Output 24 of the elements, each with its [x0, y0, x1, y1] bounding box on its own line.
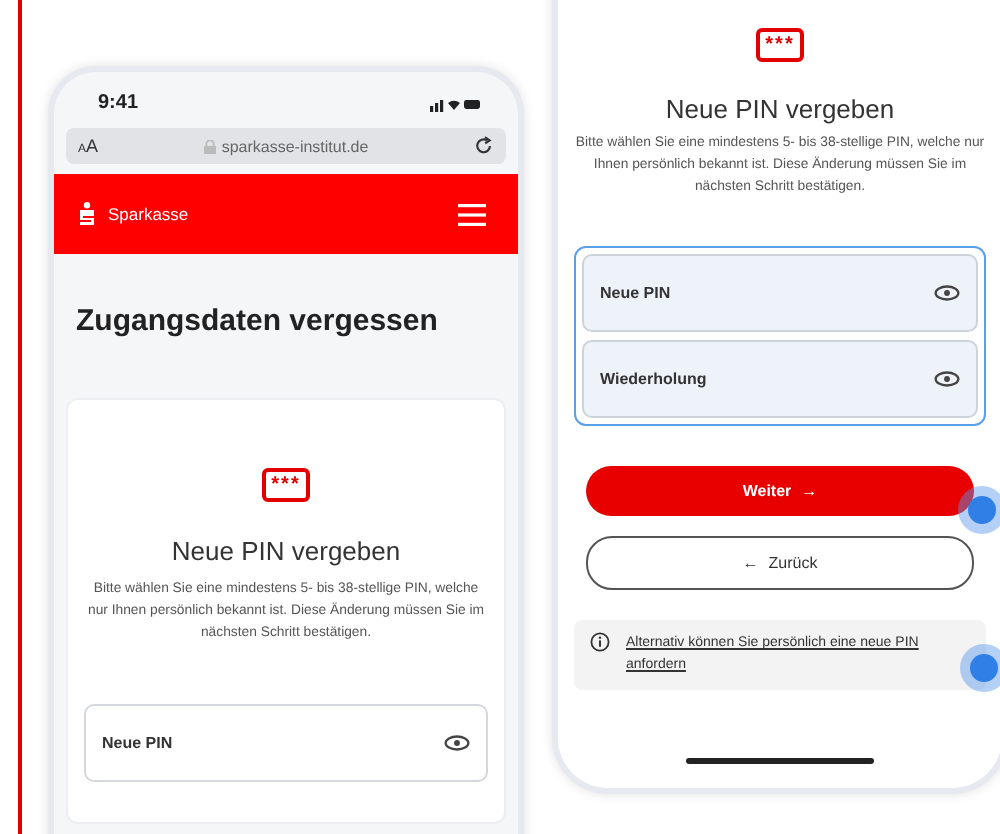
eye-icon[interactable]	[934, 284, 960, 303]
touch-indicator	[968, 496, 996, 524]
pin-badge: ***	[755, 28, 805, 62]
info-icon	[590, 632, 610, 653]
logo-icon	[78, 202, 96, 226]
url-text: sparkasse-institut.de	[221, 137, 369, 155]
card-title: Neue PIN vergeben	[665, 94, 895, 124]
menu-icon[interactable]	[458, 203, 486, 225]
page-heading: Zugangsdaten vergessen	[76, 304, 440, 338]
back-button[interactable]: ← Zurück	[586, 536, 974, 591]
brand-name: Sparkasse	[108, 204, 189, 224]
pin-badge: ***	[261, 468, 311, 502]
lock-icon	[203, 139, 216, 153]
reload-icon[interactable]	[474, 136, 494, 156]
pin-field[interactable]: Neue PIN	[582, 254, 978, 333]
eye-icon[interactable]	[934, 370, 960, 389]
status-icons-drawing	[430, 95, 482, 111]
next-button[interactable]: Weiter →	[586, 466, 974, 517]
pin-field[interactable]: Neue PIN	[84, 704, 488, 783]
touch-indicator	[970, 654, 998, 682]
pin-field[interactable]: Wiederholung	[582, 340, 978, 419]
status-time: 9:41	[98, 92, 139, 114]
eye-icon[interactable]	[444, 734, 470, 753]
card-title: Neue PIN vergeben	[171, 536, 401, 566]
